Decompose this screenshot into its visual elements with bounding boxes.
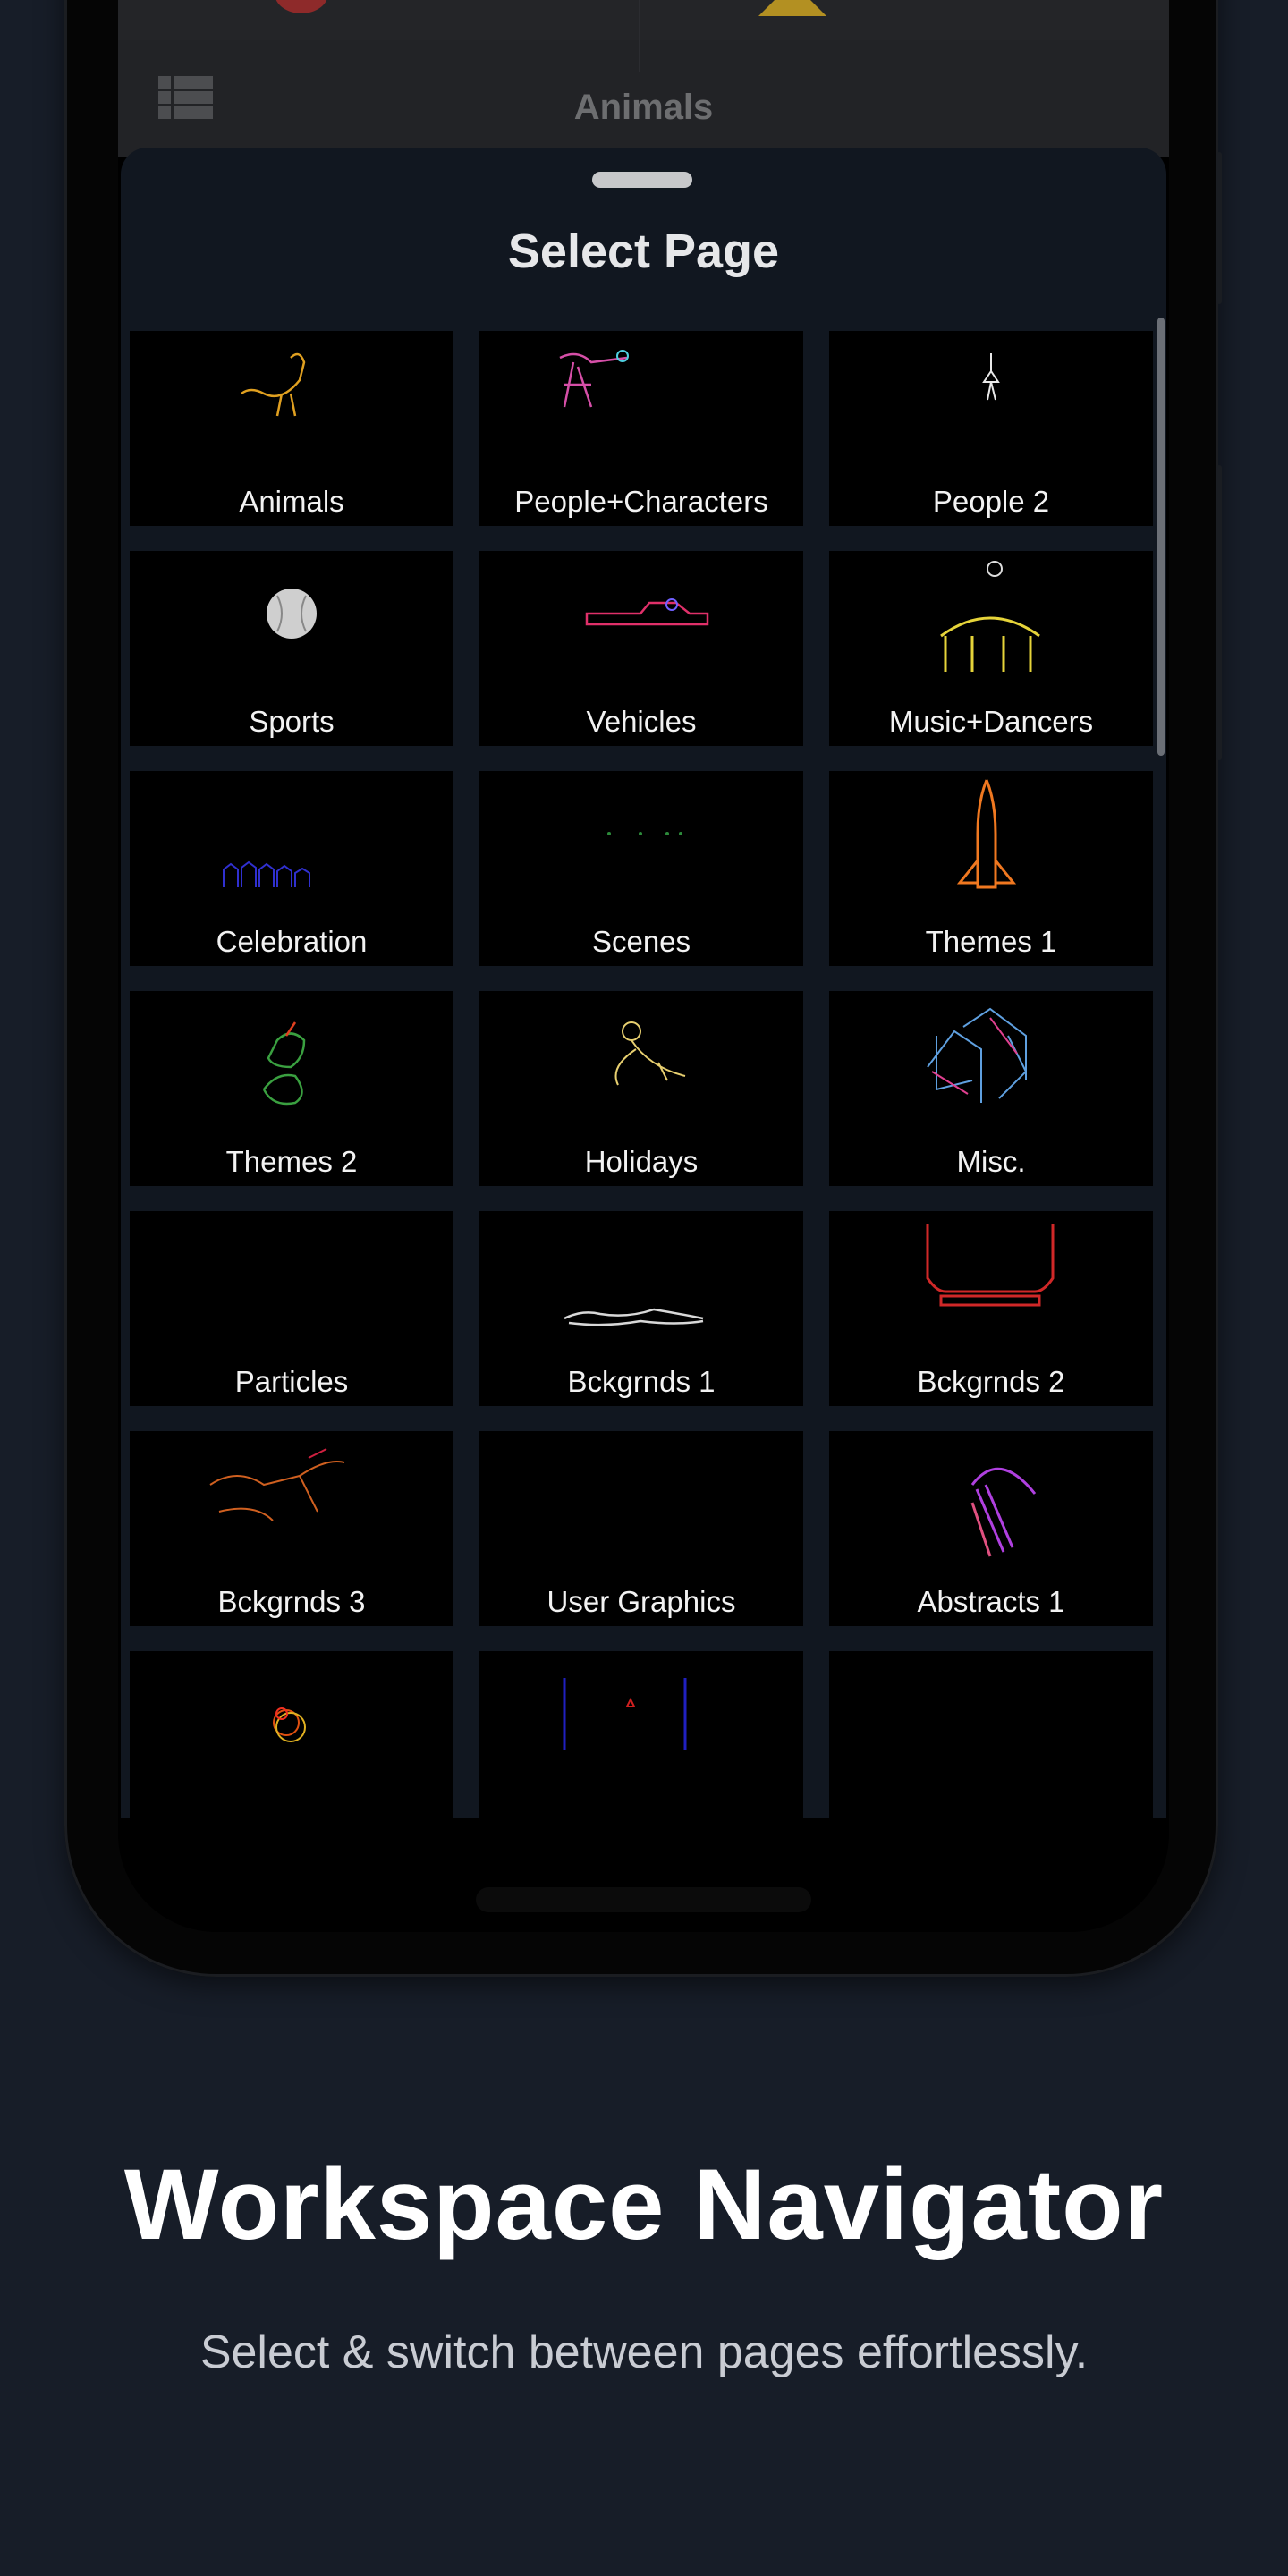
phone-screen: Animals Select Page Animals People+Charac…	[118, 0, 1169, 1932]
gesture-nav-bar[interactable]	[476, 1887, 811, 1912]
page-tile[interactable]	[130, 1651, 453, 1818]
page-tile-label: Vehicles	[586, 705, 697, 738]
page-tile-label: Sports	[249, 705, 335, 738]
page-tile[interactable]: People 2	[829, 331, 1153, 526]
marketing-headline: Workspace Navigator	[123, 2148, 1165, 2260]
page-tile[interactable]: Particles	[130, 1211, 453, 1406]
page-tile-label: Scenes	[591, 925, 691, 958]
page-tile-label: Holidays	[584, 1145, 699, 1178]
page-tile-label: Celebration	[216, 925, 368, 958]
page-tile[interactable]: Sports	[130, 551, 453, 746]
page-tile-label: Bckgrnds 3	[217, 1585, 366, 1618]
page-tile[interactable]: People+Characters	[479, 331, 803, 526]
select-page-sheet: Select Page Animals People+Characters Peop…	[121, 148, 1166, 1818]
page-tile[interactable]: Misc.	[829, 991, 1153, 1186]
none-thumbnail-icon	[829, 1651, 1153, 1818]
page-tile-label: Bckgrnds 2	[917, 1365, 1065, 1398]
page-tile[interactable]: Themes 1	[829, 771, 1153, 966]
page-tile-label: Themes 1	[925, 925, 1057, 958]
page-tile[interactable]	[479, 1651, 803, 1818]
bars-thumbnail-icon	[563, 1678, 687, 1750]
page-tile-label: Animals	[239, 485, 344, 518]
phone-side-button	[1216, 152, 1222, 304]
divider	[639, 0, 640, 72]
page-tile-label: Themes 2	[225, 1145, 358, 1178]
page-tile-label: People+Characters	[514, 485, 768, 518]
current-page-title: Animals	[573, 88, 714, 127]
page-tile[interactable]: Bckgrnds 1	[479, 1211, 803, 1406]
page-tile[interactable]: Holidays	[479, 991, 803, 1186]
page-tile-label: Misc.	[956, 1145, 1026, 1178]
page-tile[interactable]: Scenes	[479, 771, 803, 966]
page-tile-label: People 2	[932, 485, 1050, 518]
page-tile[interactable]: Animals	[130, 331, 453, 526]
page-tile[interactable]: Bckgrnds 3	[130, 1431, 453, 1626]
page-tile[interactable]: Music+Dancers	[829, 551, 1153, 746]
page-tile[interactable]	[829, 1651, 1153, 1818]
page-tile-label: Abstracts 1	[917, 1585, 1065, 1618]
sheet-title: Select Page	[507, 225, 780, 278]
page-tile[interactable]: Vehicles	[479, 551, 803, 746]
page-tile[interactable]: Abstracts 1	[829, 1431, 1153, 1626]
yellow-shape-thumbnail	[758, 0, 826, 16]
page-tile[interactable]: Celebration	[130, 771, 453, 966]
rings-thumbnail-icon	[273, 1707, 306, 1742]
page-tile[interactable]: Bckgrnds 2	[829, 1211, 1153, 1406]
scrollbar[interactable]	[1157, 318, 1165, 756]
marketing-subtitle: Select & switch between pages effortless…	[199, 2326, 1089, 2378]
page-thumbnails-strip	[118, 0, 1169, 40]
page-tile-label: User Graphics	[547, 1585, 736, 1618]
phone-volume-button	[1216, 465, 1222, 760]
page-tile[interactable]: Themes 2	[130, 991, 453, 1186]
page-tile-label: Bckgrnds 1	[567, 1365, 716, 1398]
page-tile-label: Music+Dancers	[888, 705, 1094, 738]
page-tile-label: Particles	[234, 1365, 349, 1398]
app-bar: Animals	[118, 0, 1169, 157]
page-tile[interactable]: User Graphics	[479, 1431, 803, 1626]
drag-handle[interactable]	[592, 172, 692, 188]
